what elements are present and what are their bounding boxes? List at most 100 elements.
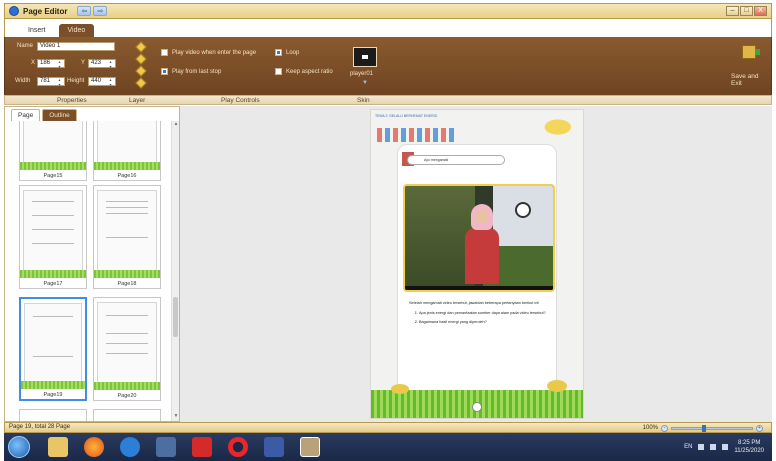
bring-forward-icon[interactable] — [135, 53, 147, 65]
app-window: Page Editor ⇦ ⇨ – □ X Insert Video Name … — [0, 0, 776, 461]
language-indicator[interactable]: EN — [684, 444, 692, 450]
section-banner: Ayo mengamati — [407, 155, 505, 165]
page-number-badge — [472, 402, 482, 412]
zoom-control: 100% - + — [643, 424, 763, 433]
page-thumbnail[interactable]: Page20 — [93, 297, 161, 401]
page-thumbnail[interactable] — [19, 409, 87, 421]
firefox-icon[interactable] — [84, 437, 104, 457]
page-thumbnail-label: Page20 — [117, 393, 137, 399]
tab-page[interactable]: Page — [11, 109, 41, 121]
system-clock[interactable]: 8:25 PM 11/25/2020 — [734, 439, 764, 455]
zoom-in-button[interactable]: + — [756, 425, 763, 432]
page-thumbnail[interactable]: Page18 — [93, 185, 161, 289]
play-last-stop-checkbox[interactable] — [161, 68, 168, 75]
page-editor-app-icon[interactable] — [300, 437, 320, 457]
zoom-out-button[interactable]: - — [661, 425, 668, 432]
tab-outline[interactable]: Outline — [42, 109, 77, 121]
page-thumbnail[interactable]: Page17 — [19, 185, 87, 289]
thumbnail-list: Page15 Page16 Page17 Page18 Page19 Page2… — [5, 121, 171, 421]
keep-aspect-option[interactable]: Keep aspect ratio — [275, 68, 333, 75]
page-thumbnail-label: Page15 — [43, 173, 63, 179]
scrollbar-thumb[interactable] — [173, 297, 178, 337]
send-to-back-icon[interactable] — [135, 77, 147, 89]
facebook-icon[interactable] — [264, 437, 284, 457]
page-status: Page 19, total 28 Page — [9, 424, 71, 430]
loop-option[interactable]: Loop — [275, 49, 299, 56]
bring-to-front-icon[interactable] — [135, 41, 147, 53]
page-thumbnail-label: Page16 — [117, 173, 137, 179]
opera-icon[interactable] — [228, 437, 248, 457]
video-presenter — [463, 204, 501, 284]
video-control-bar[interactable] — [405, 286, 553, 290]
save-exit-button[interactable]: Save and Exit — [731, 73, 771, 87]
ribbon-tab-strip: Insert Video — [4, 19, 772, 37]
acrobat-icon[interactable] — [192, 437, 212, 457]
save-exit-icon[interactable] — [742, 45, 760, 59]
taskbar: EN 8:25 PM 11/25/2020 — [4, 433, 772, 461]
skin-preview[interactable] — [353, 47, 377, 67]
loop-label: Loop — [286, 49, 300, 56]
scroll-up-icon[interactable]: ▲ — [172, 121, 180, 129]
group-label-layer: Layer — [129, 97, 146, 104]
page-thumbnail-label: Page17 — [43, 281, 63, 287]
question-intro: Setelah mengamati video tersebut, jawabl… — [409, 301, 540, 305]
ribbon-group-labels: Properties Layer Play Controls Skin — [4, 95, 772, 105]
keep-aspect-checkbox[interactable] — [275, 68, 282, 75]
send-backward-icon[interactable] — [135, 65, 147, 77]
question-item: Bagaimana hasil energi yang diperoleh? — [419, 319, 549, 325]
scroll-down-icon[interactable]: ▼ — [172, 413, 180, 421]
zoom-slider-knob[interactable] — [702, 425, 706, 432]
tab-insert[interactable]: Insert — [19, 24, 55, 37]
close-button[interactable]: X — [754, 6, 767, 16]
chevron-down-icon[interactable]: ▼ — [362, 80, 368, 86]
minimize-button[interactable]: – — [726, 6, 739, 16]
name-label: Name — [17, 43, 34, 49]
start-button[interactable] — [8, 436, 30, 458]
video-object[interactable] — [403, 184, 555, 292]
media-player-icon[interactable] — [156, 437, 176, 457]
group-label-properties: Properties — [57, 97, 87, 104]
tab-video[interactable]: Video — [58, 24, 95, 37]
y-label: Y — [81, 60, 86, 66]
status-bar: Page 19, total 28 Page 100% - + — [4, 422, 772, 433]
window-controls: – □ X — [726, 6, 767, 16]
maximize-button[interactable]: □ — [740, 6, 753, 16]
editor-canvas: TEMA 2: SELALU BERHEMAT ENERGI Ayo menga… — [180, 106, 772, 422]
file-explorer-icon[interactable] — [48, 437, 68, 457]
page-thumbnail[interactable]: Page15 — [19, 121, 87, 181]
volume-icon[interactable] — [722, 444, 729, 450]
play-on-enter-label: Play video when enter the page — [172, 49, 257, 56]
play-on-enter-checkbox[interactable] — [161, 49, 168, 56]
group-label-skin: Skin — [357, 97, 370, 104]
undo-button[interactable]: ⇦ — [77, 6, 92, 16]
thumbnail-scrollbar[interactable]: ▲ ▼ — [171, 121, 179, 421]
children-illustration — [377, 128, 457, 142]
panel-tabs: Page Outline — [5, 107, 179, 121]
x-label: X — [31, 60, 36, 66]
width-stepper[interactable]: 781 — [37, 77, 65, 87]
page-thumbnail-selected[interactable]: Page19 — [19, 297, 87, 401]
x-stepper[interactable]: 186 — [37, 59, 65, 69]
page-thumbnail[interactable]: Page16 — [93, 121, 161, 181]
page-thumbnail-label: Page18 — [117, 281, 137, 287]
name-field[interactable]: Video 1 — [37, 42, 115, 51]
internet-explorer-icon[interactable] — [120, 437, 140, 457]
height-stepper[interactable]: 440 — [88, 77, 116, 87]
width-label: Width — [15, 78, 31, 84]
y-stepper[interactable]: 423 — [88, 59, 116, 69]
page-thumbnail-label: Page19 — [43, 392, 63, 398]
play-on-enter-option[interactable]: Play video when enter the page — [161, 49, 256, 56]
play-last-stop-label: Play from last stop — [172, 68, 222, 75]
height-label: Height — [67, 78, 85, 84]
play-last-stop-option[interactable]: Play from last stop — [161, 68, 221, 75]
title-bar: Page Editor ⇦ ⇨ – □ X — [4, 3, 772, 19]
book-header: TEMA 2: SELALU BERHEMAT ENERGI — [375, 114, 438, 118]
app-logo-icon — [9, 6, 19, 16]
question-item: Apa jenis energi dan pemanfaatan sumber … — [419, 310, 549, 316]
zoom-slider[interactable] — [671, 425, 753, 432]
loop-checkbox[interactable] — [275, 49, 282, 56]
battery-icon[interactable] — [710, 444, 717, 450]
redo-button[interactable]: ⇨ — [93, 6, 108, 16]
network-icon[interactable] — [698, 444, 705, 450]
page-thumbnail[interactable] — [93, 409, 161, 421]
